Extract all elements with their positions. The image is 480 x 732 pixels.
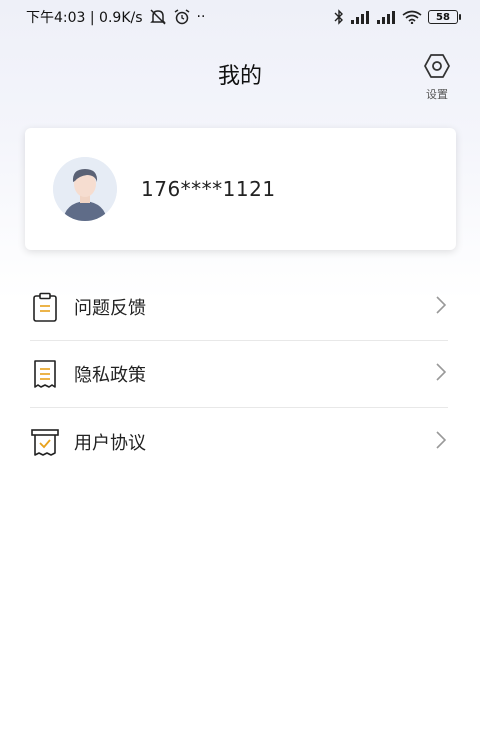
notification-muted-icon [149,9,167,25]
clipboard-icon [30,290,60,324]
settings-button[interactable]: 设置 [416,52,458,101]
checkbox-document-icon [30,425,60,459]
receipt-icon [30,357,60,391]
profile-card[interactable]: 176****1121 [25,128,456,250]
chevron-right-icon [436,363,447,385]
menu-item-label: 用户协议 [74,432,146,454]
menu-item-privacy[interactable]: 隐私政策 [30,341,448,408]
status-left: 下午4:03 | 0.9K/s ·· [26,7,205,27]
chevron-right-icon [436,430,447,453]
battery-indicator: 58 [428,10,461,24]
user-phone: 176****1121 [141,177,276,201]
chevron-right-icon [436,296,447,318]
menu-item-label: 问题反馈 [74,298,146,319]
menu-item-agreement[interactable]: 用户协议 [30,408,448,475]
status-more-dots: ·· [196,9,206,25]
bluetooth-icon [334,9,344,25]
alarm-icon [173,9,191,25]
wifi-icon [402,10,422,24]
signal-icon [350,10,370,24]
signal-icon-2 [376,10,396,24]
status-time: 下午4:03 | 0.9K/s [26,10,143,26]
status-right: 58 [334,9,461,25]
user-avatar-icon [53,157,117,221]
menu-item-label: 隐私政策 [74,365,146,386]
page-title: 我的 [217,64,262,89]
settings-hexagon-icon [423,52,451,84]
menu-item-feedback[interactable]: 问题反馈 [30,274,448,341]
avatar [53,157,117,221]
nav-bar: 我的 设置 [0,50,480,101]
status-bar: 下午4:03 | 0.9K/s ·· 58 [0,0,480,34]
settings-label: 设置 [426,88,448,101]
menu-list: 问题反馈 隐私政策 用户协议 [30,274,448,475]
